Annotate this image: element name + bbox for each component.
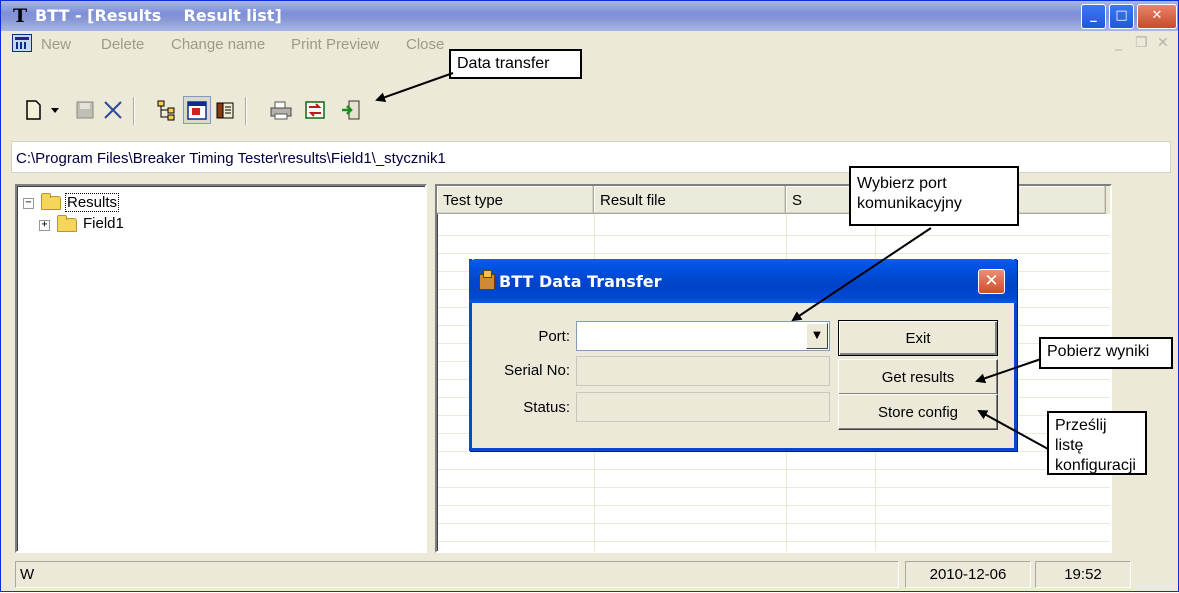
window-title: BTT - [Results Result list] [35,6,282,25]
column-result-file[interactable]: Result file [594,186,786,214]
mdi-restore-icon[interactable]: ❐ [1135,35,1148,51]
print-tool[interactable] [267,96,295,124]
exit-tool[interactable] [337,96,365,124]
main-window: T BTT - [Results Result list] _ □ ✕ New … [0,0,1179,592]
collapse-icon[interactable]: − [23,198,34,209]
book-icon [216,102,234,119]
tree-item-results[interactable]: Results [65,193,120,212]
tree-view-tool[interactable] [153,96,181,124]
mdi-minimize-icon[interactable]: _ [1115,35,1122,51]
open-folder-icon [41,193,61,210]
new-document-icon [26,100,41,120]
calendar-tool[interactable] [183,96,211,124]
minimize-button[interactable]: _ [1081,4,1106,29]
folder-icon [57,215,77,232]
menu-change-name[interactable]: Change name [171,36,265,53]
mdi-close-icon[interactable]: ✕ [1157,35,1169,51]
calendar-icon [187,101,207,120]
printer-icon [270,101,292,120]
expand-icon[interactable]: + [39,220,50,231]
menu-print-preview[interactable]: Print Preview [291,36,379,53]
status-field [576,392,830,422]
serial-no-label: Serial No: [504,362,570,379]
dialog-title-bar[interactable]: BTT Data Transfer ✕ [469,259,1017,303]
callout-select-port: Wybierz port komunikacyjny [849,166,1019,226]
callout-get-results: Pobierz wyniki [1039,337,1173,369]
port-label: Port: [538,328,570,345]
app-icon: T [13,5,28,27]
exit-button[interactable]: Exit [838,320,998,356]
toolbar-separator [133,97,135,125]
save-tool[interactable] [71,96,99,124]
transfer-app-icon [479,270,495,290]
results-tree[interactable]: − Results + Field1 [15,184,427,553]
exit-door-icon [342,100,360,120]
callout-data-transfer: Data transfer [449,49,582,79]
callout-send-config: Prześlij listę konfiguracji [1047,411,1147,475]
status-label: Status: [523,399,570,416]
dialog-close-button[interactable]: ✕ [978,269,1005,294]
details-view-tool[interactable] [211,96,239,124]
status-time: 19:52 [1035,561,1131,588]
chevron-down-icon[interactable]: ▼ [806,323,828,349]
serial-no-field [576,356,830,386]
new-document-tool[interactable] [19,96,47,124]
tree-view-icon [157,100,175,121]
data-transfer-tool[interactable] [301,96,329,124]
chevron-down-icon [51,108,59,113]
save-icon [76,101,94,119]
dialog-title: BTT Data Transfer [499,272,662,291]
get-results-button[interactable]: Get results [838,359,998,395]
column-test-type[interactable]: Test type [437,186,594,214]
menu-delete[interactable]: Delete [101,36,144,53]
title-bar[interactable]: T BTT - [Results Result list] _ □ ✕ [1,1,1178,31]
port-select[interactable]: ▼ [576,321,830,351]
data-transfer-icon [305,101,325,119]
close-button[interactable]: ✕ [1137,4,1177,29]
delete-tool[interactable] [99,96,127,124]
maximize-button[interactable]: □ [1109,4,1134,29]
menu-close[interactable]: Close [406,36,446,53]
status-date: 2010-12-06 [905,561,1031,588]
new-dropdown-tool[interactable] [47,96,63,124]
menu-new[interactable]: New [41,36,71,53]
mdi-document-icon[interactable] [12,34,32,52]
delete-x-icon [104,101,122,119]
status-text: W [15,561,899,588]
data-transfer-dialog: BTT Data Transfer ✕ Port: ▼ Serial No: S… [469,259,1017,451]
toolbar-separator [245,97,247,125]
tree-item-field1[interactable]: Field1 [83,215,124,232]
store-config-button[interactable]: Store config [838,394,998,430]
